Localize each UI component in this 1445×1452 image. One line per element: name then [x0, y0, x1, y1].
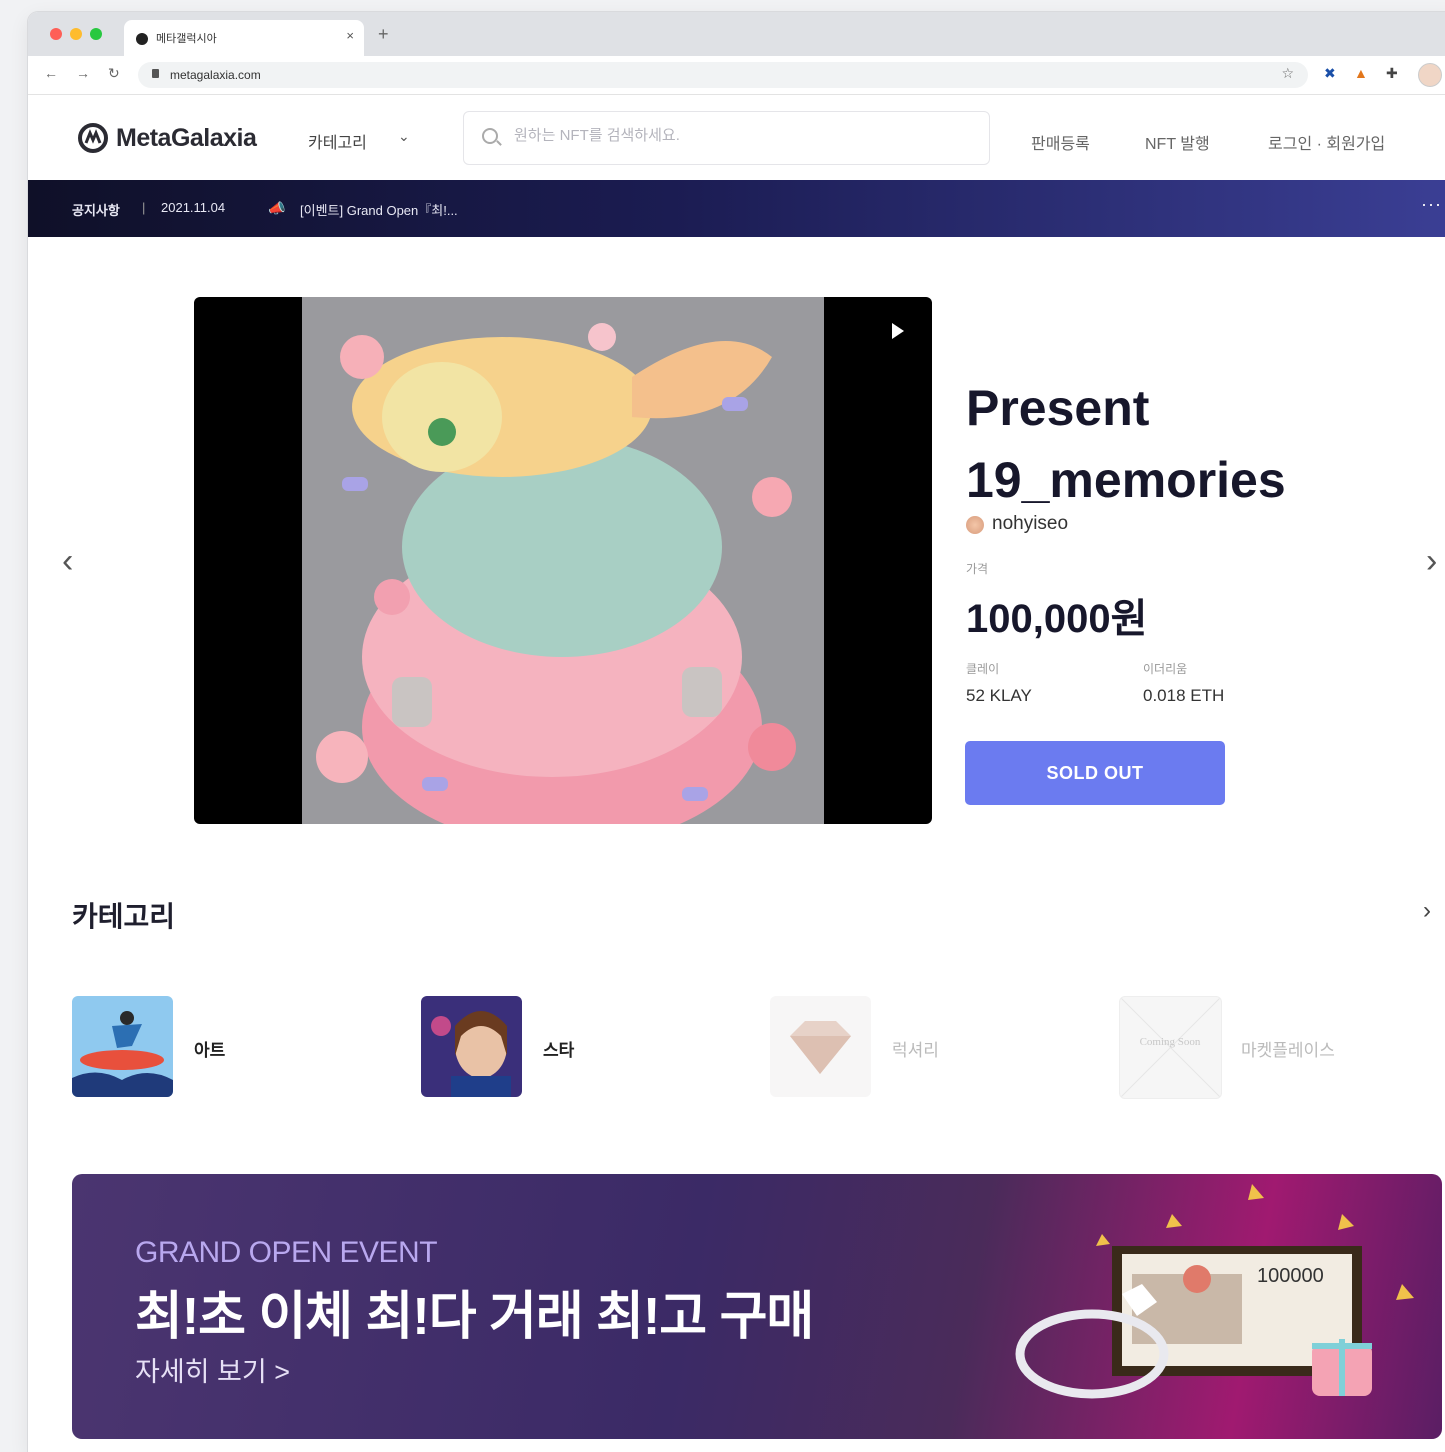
banner-note-value: 100000 [1257, 1265, 1324, 1287]
favicon-icon [136, 33, 148, 45]
coming-soon-text: Coming Soon [1140, 1036, 1201, 1048]
category-marketplace-thumbnail[interactable]: Coming Soon [1119, 996, 1222, 1099]
hero-title-line2: 19_memories [966, 452, 1286, 508]
lock-icon [152, 69, 159, 78]
creator-avatar[interactable] [966, 516, 984, 534]
notice-bar[interactable]: 공지사항 | 2021.11.04 📣 [이벤트] Grand Open『최!.… [28, 180, 1445, 237]
category-luxury-thumbnail[interactable] [770, 996, 871, 1097]
hero-title-line1: Present [966, 380, 1150, 436]
forward-arrow-icon[interactable]: → [76, 65, 90, 81]
category-luxury-label[interactable]: 럭셔리 [892, 1036, 939, 1061]
sold-out-button[interactable]: SOLD OUT [965, 741, 1225, 805]
creator-name[interactable]: nohyiseo [992, 513, 1068, 535]
notice-text[interactable]: [이벤트] Grand Open『최!... [300, 200, 458, 219]
back-arrow-icon[interactable]: ← [44, 65, 58, 81]
price-label: 가격 [966, 562, 989, 576]
tab-close-icon[interactable]: × [346, 28, 354, 43]
notice-divider: | [142, 200, 146, 215]
browser-tab[interactable]: 메타갤럭시아 × [124, 20, 364, 56]
browser-tab-bar: 메타갤럭시아 × + [28, 12, 1445, 56]
eth-value: 0.018 ETH [1143, 686, 1225, 705]
nav-sell-register[interactable]: 판매등록 [1031, 130, 1090, 154]
new-tab-button[interactable]: + [378, 24, 389, 45]
address-bar[interactable]: metagalaxia.com ☆ [138, 62, 1308, 88]
notice-label: 공지사항 [72, 203, 120, 218]
chevron-down-icon[interactable]: ⌄ [398, 128, 410, 145]
puzzle-extensions-icon[interactable]: ✚ [1386, 65, 1398, 82]
browser-window: 메타갤럭시아 × + ← → ↻ metagalaxia.com ☆ ✖ ▲ ✚… [28, 12, 1445, 1452]
grand-open-event-banner[interactable]: GRAND OPEN EVENT 최!초 이체 최!다 거래 최!고 구매 자세… [72, 1174, 1442, 1439]
category-marketplace-label[interactable]: 마켓플레이스 [1241, 1036, 1335, 1061]
metamask-icon[interactable]: ▲ [1354, 65, 1368, 81]
tab-title: 메타갤럭시아 [156, 33, 217, 45]
play-icon[interactable] [892, 323, 904, 339]
category-section-title: 카테고리 [72, 901, 176, 932]
klay-label: 클레이 [966, 662, 1000, 676]
nav-nft-mint[interactable]: NFT 발행 [1145, 130, 1210, 154]
reload-icon[interactable]: ↻ [108, 65, 120, 82]
category-star-label[interactable]: 스타 [543, 1036, 574, 1061]
extension-icon[interactable]: ✖ [1324, 65, 1336, 82]
banner-subtitle: GRAND OPEN EVENT [135, 1236, 438, 1269]
browser-toolbar: ← → ↻ metagalaxia.com ☆ ✖ ▲ ✚ [28, 56, 1445, 95]
klay-value: 52 KLAY [966, 686, 1032, 705]
nav-login-signup[interactable]: 로그인 · 회원가입 [1268, 130, 1385, 154]
banner-title: 최!초 이체 최!다 거래 최!고 구매 [135, 1288, 814, 1346]
more-icon[interactable]: ··· [1421, 194, 1442, 215]
nft-artwork-image [302, 297, 824, 824]
eth-label: 이더리움 [1143, 662, 1188, 676]
category-menu[interactable]: 카테고리 [308, 129, 367, 153]
site-header: MetaGalaxia 카테고리 ⌄ 판매등록 NFT 발행 로그인 · 회원가… [28, 95, 1445, 181]
hero-title: Present 19_memories [966, 372, 1386, 516]
category-art-thumbnail[interactable] [72, 996, 173, 1097]
megaphone-icon: 📣 [268, 200, 286, 216]
close-window-button[interactable] [50, 28, 62, 40]
search-box[interactable] [463, 111, 990, 165]
notice-date: 2021.11.04 [161, 200, 226, 215]
banner-detail-link[interactable]: 자세히 보기 > [135, 1350, 290, 1389]
bookmark-star-icon[interactable]: ☆ [1281, 65, 1294, 82]
banner-prize-image: 100000 [1015, 1184, 1414, 1399]
maximize-window-button[interactable] [90, 28, 102, 40]
category-art-label[interactable]: 아트 [194, 1036, 225, 1061]
metagalaxia-logo-icon[interactable] [78, 123, 108, 153]
profile-avatar[interactable] [1418, 63, 1442, 87]
minimize-window-button[interactable] [70, 28, 82, 40]
search-icon [482, 128, 498, 144]
carousel-next-arrow-icon[interactable]: › [1426, 542, 1437, 581]
category-more-arrow-icon[interactable]: › [1423, 897, 1431, 925]
category-star-thumbnail[interactable] [421, 996, 522, 1097]
search-input[interactable] [512, 126, 976, 145]
carousel-prev-arrow-icon[interactable]: ‹ [62, 542, 73, 581]
hero-media-frame[interactable] [194, 297, 932, 824]
url-text: metagalaxia.com [170, 68, 261, 82]
logo-text[interactable]: MetaGalaxia [116, 124, 257, 153]
price-value: 100,000원 [966, 597, 1148, 641]
